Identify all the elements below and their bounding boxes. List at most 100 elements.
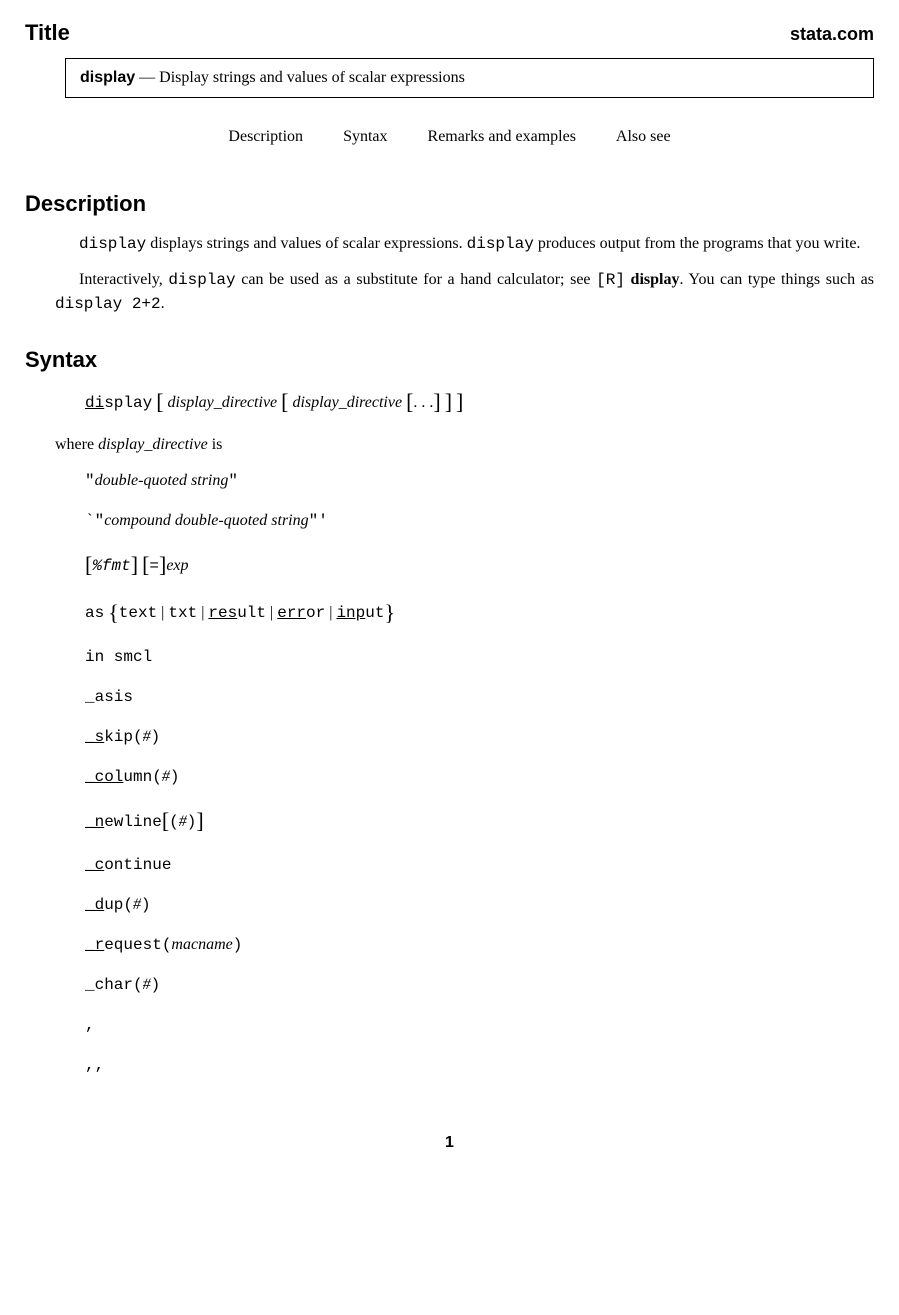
bracket-close-icon: ] xyxy=(131,552,138,577)
description-para-1: display displays strings and values of s… xyxy=(55,232,874,256)
description-heading: Description xyxy=(25,191,874,217)
page-title: Title xyxy=(25,20,70,46)
comma-text: , xyxy=(85,1016,95,1034)
bracket-close-icon: ] xyxy=(445,389,452,414)
desc-code-4: display 2+2 xyxy=(55,295,161,313)
directive-skip: _skip(#) xyxy=(85,728,874,746)
syntax-directive-1: display_directive xyxy=(168,394,278,411)
desc-ref-manual: [R] xyxy=(596,271,625,289)
req-close: ) xyxy=(233,936,243,954)
site-link[interactable]: stata.com xyxy=(790,24,874,45)
cdq-close: "' xyxy=(309,512,328,530)
bracket-close-icon: ] xyxy=(433,389,440,414)
directive-fmt-exp: [%fmt] [=]exp xyxy=(85,552,874,578)
directive-as-style: as {text | txt | result | error | input} xyxy=(85,600,874,626)
desc-text-5: . You can type things such as xyxy=(679,271,874,288)
dup-close: ) xyxy=(141,896,151,914)
desc-text-2: produces output from the programs that y… xyxy=(534,235,861,252)
char-close: ) xyxy=(151,976,161,994)
directive-double-comma: ,, xyxy=(85,1056,874,1074)
dq-open: " xyxy=(85,472,95,490)
req-rest: equest( xyxy=(104,936,171,954)
directive-compound-quoted: `"compound double-quoted string"' xyxy=(85,512,874,530)
brace-close-icon: } xyxy=(384,600,395,625)
bracket-close-icon: ] xyxy=(196,808,203,833)
nav-syntax[interactable]: Syntax xyxy=(343,128,387,145)
directive-list: "double-quoted string" `"compound double… xyxy=(85,472,874,1074)
dcomma-text: ,, xyxy=(85,1056,104,1074)
skip-ul: _s xyxy=(85,728,104,746)
bracket-close-icon: ] xyxy=(456,389,463,414)
dup-hash: # xyxy=(133,896,141,913)
directive-column: _column(#) xyxy=(85,768,874,786)
cdq-open: `" xyxy=(85,512,104,530)
syntax-where: where display_directive is xyxy=(55,436,874,454)
directive-char: _char(#) xyxy=(85,976,874,994)
cdq-text: compound double-quoted string xyxy=(104,512,308,529)
syntax-ellipsis: . . . xyxy=(413,394,433,411)
directive-asis: _asis xyxy=(85,688,874,706)
section-nav: Description Syntax Remarks and examples … xyxy=(25,128,874,146)
nav-remarks[interactable]: Remarks and examples xyxy=(428,128,576,145)
char-open: _char( xyxy=(85,976,143,994)
nl-popen: ( xyxy=(169,813,179,831)
bracket-open-icon: [ xyxy=(156,389,163,414)
syntax-cmd-abbrev: di xyxy=(85,394,104,412)
syntax-line: display [ display_directive [ display_di… xyxy=(85,388,874,417)
col-close: ) xyxy=(170,768,180,786)
desc-text-3: Interactively, xyxy=(79,271,168,288)
syntax-directive-2: display_directive xyxy=(292,394,402,411)
style-err-rest: or xyxy=(306,604,325,622)
command-name: display xyxy=(80,69,135,86)
nav-alsosee[interactable]: Also see xyxy=(616,128,671,145)
style-inp-ul: inp xyxy=(336,604,365,622)
directive-in-smcl: in smcl xyxy=(85,648,874,666)
char-hash: # xyxy=(143,976,151,993)
where-directive: display_directive xyxy=(98,436,208,453)
cont-rest: ontinue xyxy=(104,856,171,874)
style-res-ul: res xyxy=(208,604,237,622)
eq-sign: = xyxy=(149,557,159,575)
style-txt: txt xyxy=(168,604,197,622)
nav-description[interactable]: Description xyxy=(228,128,303,145)
dq-text: double-quoted string xyxy=(95,472,229,489)
nl-ul: _n xyxy=(85,813,104,831)
skip-rest: kip( xyxy=(104,728,142,746)
command-sep: — xyxy=(139,69,155,86)
directive-comma: , xyxy=(85,1016,874,1034)
asis-text: _asis xyxy=(85,688,133,706)
desc-code-1: display xyxy=(79,235,146,253)
skip-close: ) xyxy=(151,728,161,746)
directive-continue: _continue xyxy=(85,856,874,874)
nl-pclose: ) xyxy=(187,813,197,831)
style-err-ul: err xyxy=(277,604,306,622)
bracket-open-icon: [ xyxy=(281,389,288,414)
style-res-rest: ult xyxy=(237,604,266,622)
directive-newline: _newline[(#)] xyxy=(85,808,874,834)
syntax-heading: Syntax xyxy=(25,347,874,373)
brace-open-icon: { xyxy=(108,600,119,625)
desc-code-2: display xyxy=(467,235,534,253)
directive-request: _request(macname) xyxy=(85,936,874,954)
nl-hash: # xyxy=(179,813,187,830)
dq-close: " xyxy=(228,472,238,490)
command-desc: Display strings and values of scalar exp… xyxy=(159,69,465,86)
description-para-2: Interactively, display can be used as a … xyxy=(55,268,874,316)
in-smcl-text: in smcl xyxy=(85,648,152,666)
col-hash: # xyxy=(162,768,170,785)
style-inp-rest: ut xyxy=(365,604,384,622)
nl-rest: ewline xyxy=(104,813,162,831)
as-keyword: as xyxy=(85,604,104,622)
style-text: text xyxy=(119,604,157,622)
desc-text-6: . xyxy=(161,295,165,312)
where-text-1: where xyxy=(55,436,98,453)
where-text-2: is xyxy=(208,436,223,453)
fmt-text: %fmt xyxy=(92,557,130,575)
col-ul: _col xyxy=(85,768,123,786)
req-mac: macname xyxy=(171,936,232,953)
desc-ref-link[interactable]: display xyxy=(625,271,680,288)
col-rest: umn( xyxy=(123,768,161,786)
exp-text: exp xyxy=(166,557,188,574)
skip-hash: # xyxy=(143,728,151,745)
desc-text-4: can be used as a substitute for a hand c… xyxy=(236,271,597,288)
